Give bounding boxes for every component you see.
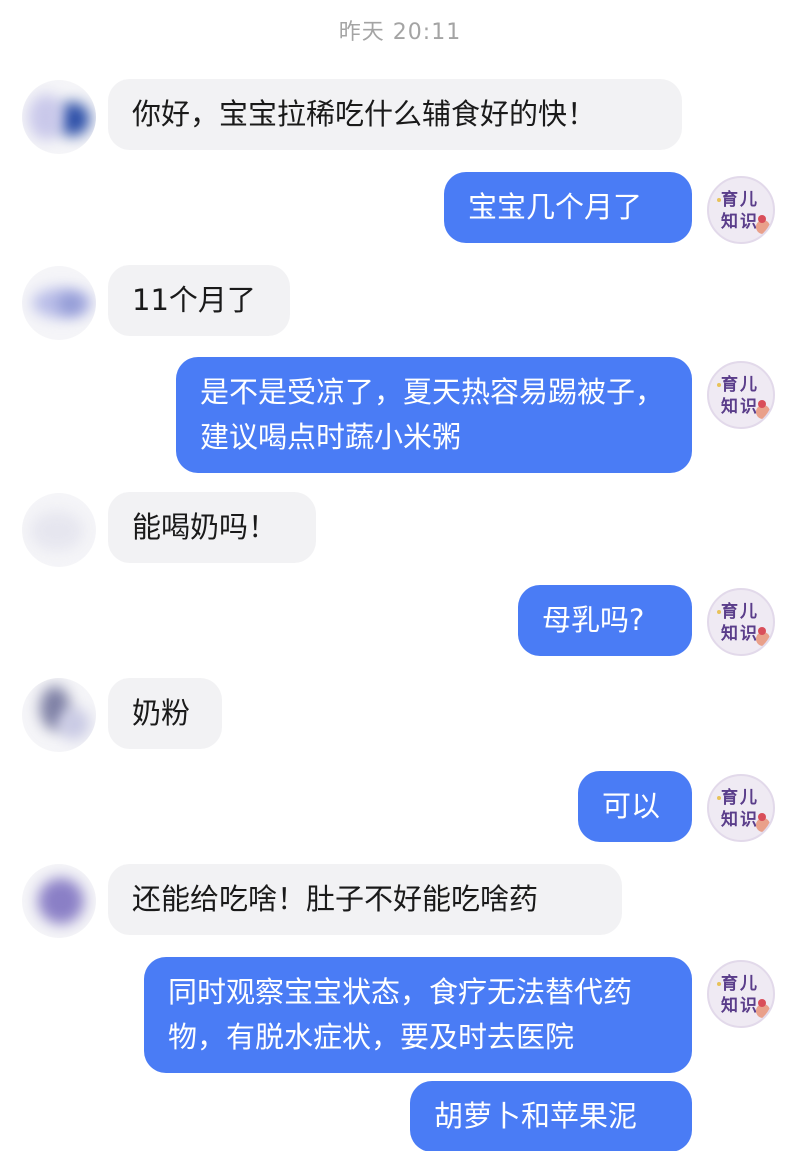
timestamp: 昨天 20:11: [338, 20, 462, 45]
message-bubble-outgoing[interactable]: 同时观察宝宝状态，食疗无法替代药物，有脱水症状，要及时去医院: [144, 957, 692, 1073]
message-bubble-outgoing[interactable]: 胡萝卜和苹果泥: [410, 1081, 692, 1151]
chat-view: 昨天 20:11 你好，宝宝拉稀吃什么辅食好的快！ 宝宝几个月了 育儿 知识 1…: [0, 0, 800, 1151]
user-avatar[interactable]: [22, 678, 96, 752]
user-avatar[interactable]: [22, 864, 96, 938]
brand-avatar-line1: 育儿: [721, 190, 759, 210]
message-bubble-outgoing[interactable]: 可以: [578, 771, 692, 842]
user-avatar[interactable]: [22, 80, 96, 154]
child-hat-icon: [758, 999, 766, 1007]
brand-avatar[interactable]: 育儿 知识: [707, 176, 775, 244]
child-hat-icon: [758, 400, 766, 408]
brand-avatar[interactable]: 育儿 知识: [707, 960, 775, 1028]
child-hat-icon: [758, 215, 766, 223]
message-bubble-incoming[interactable]: 还能给吃啥！肚子不好能吃啥药: [108, 864, 622, 935]
child-hat-icon: [758, 627, 766, 635]
brand-avatar-line1: 育儿: [721, 602, 759, 622]
user-avatar[interactable]: [22, 493, 96, 567]
brand-avatar-line1: 育儿: [721, 375, 759, 395]
brand-avatar[interactable]: 育儿 知识: [707, 361, 775, 429]
message-bubble-incoming[interactable]: 奶粉: [108, 678, 222, 749]
message-bubble-incoming[interactable]: 11个月了: [108, 265, 290, 336]
user-avatar[interactable]: [22, 266, 96, 340]
child-hat-icon: [758, 813, 766, 821]
brand-avatar-line1: 育儿: [721, 974, 759, 994]
brand-avatar-line1: 育儿: [721, 788, 759, 808]
message-bubble-incoming[interactable]: 能喝奶吗！: [108, 492, 316, 563]
message-bubble-outgoing[interactable]: 宝宝几个月了: [444, 172, 692, 243]
message-bubble-incoming[interactable]: 你好，宝宝拉稀吃什么辅食好的快！: [108, 79, 682, 150]
brand-avatar[interactable]: 育儿 知识: [707, 588, 775, 656]
message-bubble-outgoing[interactable]: 母乳吗?: [518, 585, 692, 656]
message-bubble-outgoing[interactable]: 是不是受凉了，夏天热容易踢被子，建议喝点时蔬小米粥: [176, 357, 692, 473]
brand-avatar[interactable]: 育儿 知识: [707, 774, 775, 842]
